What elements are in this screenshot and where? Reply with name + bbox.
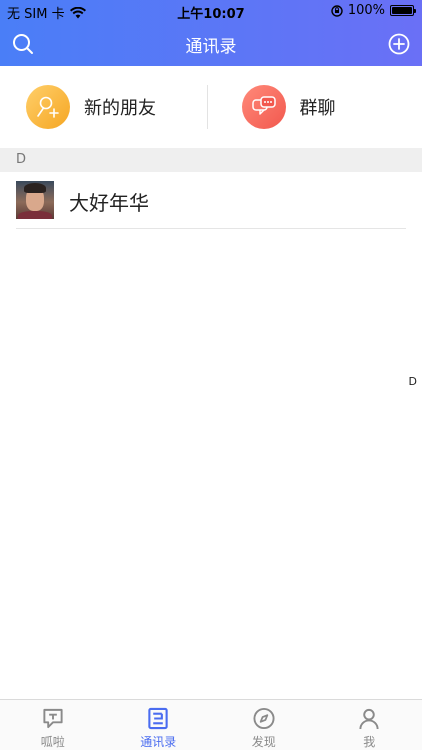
rotation-lock-icon (331, 4, 343, 17)
tab-contacts-label: 通讯录 (140, 735, 177, 749)
header: 无 SIM 卡 上午10:07 100% 通讯录 (0, 0, 422, 66)
index-letter-d[interactable]: D (409, 375, 417, 388)
tab-contacts[interactable]: 通讯录 (106, 700, 212, 750)
add-circle-icon[interactable] (388, 33, 410, 55)
tab-bar: 呱啦 通讯录 发现 我 (0, 699, 422, 750)
compass-icon (253, 707, 275, 730)
group-chat-icon (251, 96, 276, 115)
row-divider (16, 228, 406, 229)
section-header-d: D (0, 148, 422, 172)
status-right: 100% (331, 3, 416, 18)
person-icon (359, 708, 379, 730)
new-friend-icon (37, 96, 59, 118)
tab-discover[interactable]: 发现 (211, 700, 317, 750)
status-bar: 无 SIM 卡 上午10:07 100% (0, 0, 422, 22)
battery-icon (390, 5, 416, 16)
tab-discover-label: 发现 (251, 735, 276, 749)
group-chat-label: 群聊 (299, 98, 336, 119)
group-chat-icon-circle (241, 85, 286, 129)
battery-percent: 100% (347, 3, 385, 18)
chat-bubble-icon (43, 708, 63, 729)
tab-guala-label: 呱啦 (40, 735, 65, 749)
avatar (16, 181, 54, 219)
tab-guala[interactable]: 呱啦 (0, 700, 106, 750)
new-friends-button[interactable]: 新的朋友 (0, 66, 207, 148)
tab-me[interactable]: 我 (317, 700, 422, 750)
contact-row[interactable]: 大好年华 (0, 172, 422, 229)
group-chat-button[interactable]: 群聊 (208, 66, 422, 148)
nav-bar: 通讯录 (0, 22, 422, 66)
tab-me-label: 我 (363, 735, 376, 749)
page-title: 通讯录 (185, 37, 237, 57)
shortcut-row: 新的朋友 群聊 (0, 66, 422, 148)
new-friend-icon-circle (26, 85, 70, 129)
new-friends-label: 新的朋友 (84, 98, 156, 119)
contacts-icon (148, 707, 168, 730)
contact-name: 大好年华 (69, 191, 149, 215)
